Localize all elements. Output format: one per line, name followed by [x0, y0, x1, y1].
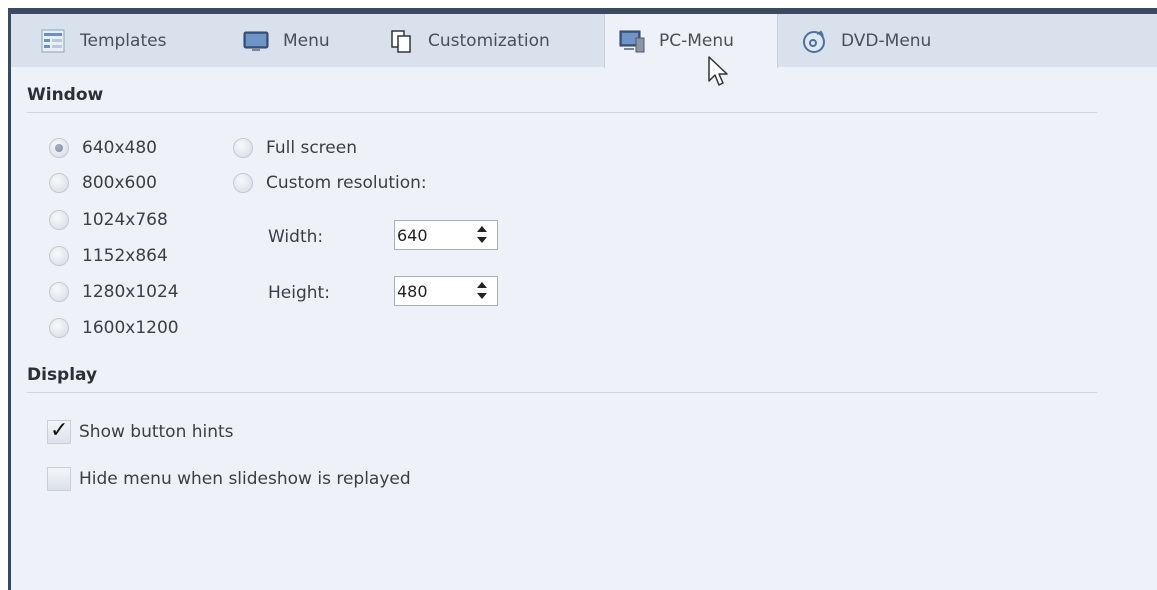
section-divider: [27, 112, 1097, 113]
window-frame: Templates Menu Customization PC-Menu DVD…: [0, 0, 1157, 590]
customization-icon: [388, 28, 414, 54]
width-input[interactable]: [397, 223, 461, 247]
radio-label: 1024x768: [82, 210, 168, 230]
radio-button[interactable]: [49, 173, 69, 193]
radio-label: Full screen: [266, 138, 357, 158]
tab-label: Customization: [428, 30, 550, 51]
radio-1024x768[interactable]: 1024x768: [49, 210, 168, 230]
radio-button[interactable]: [49, 210, 69, 230]
radio-button[interactable]: [49, 138, 69, 158]
tab-label: Templates: [80, 30, 167, 51]
spin-down-icon[interactable]: [477, 293, 487, 299]
tab-customization[interactable]: Customization: [388, 14, 550, 67]
checkbox-label: Hide menu when slideshow is replayed: [79, 469, 411, 489]
show-button-hints-checkbox-row[interactable]: ✓ Show button hints: [47, 418, 234, 444]
hide-menu-checkbox[interactable]: [47, 467, 71, 491]
pc-menu-icon: [619, 28, 645, 54]
radio-button[interactable]: [49, 282, 69, 302]
mouse-cursor-icon: [708, 56, 728, 86]
width-spin-arrows[interactable]: [477, 225, 489, 247]
height-spinbox[interactable]: [394, 276, 498, 306]
tab-menu[interactable]: Menu: [243, 14, 330, 67]
radio-custom-resolution[interactable]: Custom resolution:: [233, 173, 427, 193]
width-label: Width:: [268, 227, 324, 247]
checkmark-icon: ✓: [50, 418, 69, 443]
radio-full-screen[interactable]: Full screen: [233, 138, 357, 158]
tab-pc-menu[interactable]: PC-Menu: [604, 14, 778, 68]
dvd-menu-icon: [801, 28, 827, 54]
templates-icon: [40, 28, 66, 54]
show-button-hints-checkbox[interactable]: ✓: [47, 418, 71, 444]
spin-up-icon[interactable]: [477, 282, 487, 288]
tab-dvd-menu[interactable]: DVD-Menu: [801, 14, 931, 67]
radio-button[interactable]: [49, 246, 69, 266]
window-section-title: Window: [27, 85, 104, 105]
section-divider: [27, 392, 1097, 393]
radio-label: Custom resolution:: [266, 173, 427, 193]
radio-button[interactable]: [233, 173, 253, 193]
tab-label: DVD-Menu: [841, 30, 932, 51]
height-spin-arrows[interactable]: [477, 281, 489, 303]
radio-label: 640x480: [82, 138, 157, 158]
radio-label: 1280x1024: [82, 282, 179, 302]
tab-strip: [11, 14, 1157, 68]
radio-1152x864[interactable]: 1152x864: [49, 246, 168, 266]
height-label: Height:: [268, 283, 330, 303]
spin-down-icon[interactable]: [477, 237, 487, 243]
radio-label: 800x600: [82, 173, 157, 193]
tab-label: Menu: [283, 30, 330, 51]
radio-button[interactable]: [49, 318, 69, 338]
radio-800x600[interactable]: 800x600: [49, 173, 157, 193]
spin-up-icon[interactable]: [477, 226, 487, 232]
checkbox-label: Show button hints: [79, 422, 234, 442]
radio-1280x1024[interactable]: 1280x1024: [49, 282, 179, 302]
height-input[interactable]: [397, 279, 461, 303]
width-spinbox[interactable]: [394, 220, 498, 250]
radio-1600x1200[interactable]: 1600x1200: [49, 318, 179, 338]
hide-menu-checkbox-row[interactable]: Hide menu when slideshow is replayed: [47, 467, 411, 491]
settings-panel: Window 640x480 800x600 1024x768 1152x864…: [11, 67, 1157, 590]
radio-label: 1152x864: [82, 246, 168, 266]
radio-button[interactable]: [233, 138, 253, 158]
radio-label: 1600x1200: [82, 318, 179, 338]
tab-templates[interactable]: Templates: [40, 14, 166, 67]
menu-icon: [243, 28, 269, 54]
radio-640x480[interactable]: 640x480: [49, 138, 157, 158]
tab-label: PC-Menu: [659, 31, 734, 51]
display-section-title: Display: [27, 365, 98, 385]
